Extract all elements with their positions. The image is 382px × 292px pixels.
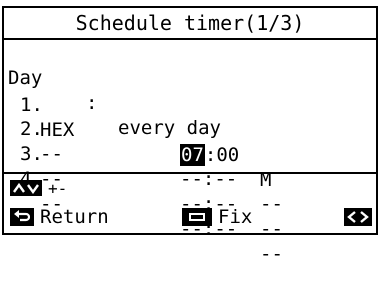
- up-down-arrows-glyph: [13, 182, 39, 194]
- fix-label[interactable]: Fix: [218, 204, 252, 230]
- adjust-hint: +-: [4, 178, 376, 200]
- schedule-entry-1[interactable]: 1. HEX 07:00 M: [4, 68, 376, 191]
- up-down-arrows-icon[interactable]: [10, 180, 42, 196]
- left-right-arrows-glyph: [347, 211, 369, 223]
- page-title: Schedule timer(1/3): [4, 8, 376, 40]
- square-icon[interactable]: [182, 208, 212, 226]
- schedule-entry-4[interactable]: 4. -- --:-- --: [4, 142, 376, 265]
- square-glyph: [189, 213, 205, 221]
- return-label[interactable]: Return: [40, 204, 109, 230]
- left-right-arrows-icon[interactable]: [344, 208, 372, 226]
- screen-frame: Schedule timer(1/3) Day : every day 1. H…: [2, 6, 378, 265]
- adjust-hint-label: +-: [48, 179, 68, 198]
- footer-bar: Return Fix: [4, 202, 376, 230]
- hint-divider: [4, 172, 376, 174]
- schedule-entry-2[interactable]: 2. -- --:-- --: [4, 92, 376, 215]
- return-arrow-icon[interactable]: [10, 208, 34, 226]
- day-row[interactable]: Day : every day: [4, 41, 376, 139]
- entry-mode[interactable]: --: [260, 242, 283, 267]
- return-arrow-glyph: [14, 210, 30, 222]
- lcd-screen: Schedule timer(1/3) Day : every day 1. H…: [0, 0, 382, 265]
- schedule-entry-3[interactable]: 3. -- --:-- --: [4, 117, 376, 240]
